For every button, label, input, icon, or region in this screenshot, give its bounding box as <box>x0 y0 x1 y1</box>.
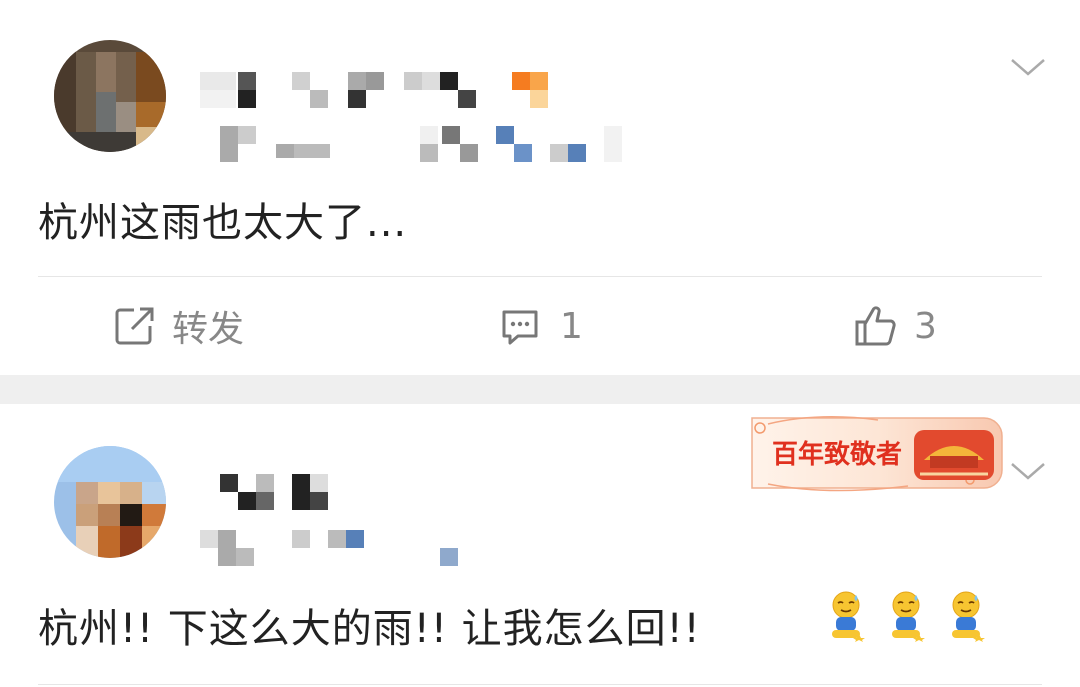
repost-label: 转发 <box>172 309 245 350</box>
username[interactable] <box>220 474 340 510</box>
post-meta <box>200 530 470 566</box>
avatar[interactable] <box>54 446 166 558</box>
chevron-down-icon[interactable] <box>1008 456 1048 486</box>
kneeling-sweat-emoji-icon <box>826 590 866 642</box>
post-text: 杭州!! 下这么大的雨!! 让我怎么回!! <box>38 606 701 652</box>
repost-icon <box>112 304 156 348</box>
comment-button[interactable]: 1 <box>498 296 583 356</box>
feed-separator <box>0 375 1080 404</box>
centennial-badge[interactable]: 百年致敬者 <box>738 410 1004 496</box>
divider <box>38 684 1042 685</box>
username[interactable] <box>200 72 560 112</box>
thumbs-up-icon <box>854 304 898 348</box>
kneeling-sweat-emoji-icon <box>886 590 926 642</box>
repost-button[interactable]: 转发 <box>112 296 244 356</box>
like-count: 3 <box>914 305 937 347</box>
badge-text: 百年致敬者 <box>772 439 902 470</box>
post-card: 杭州这雨也太大了... 转发 1 3 <box>0 0 1080 375</box>
divider <box>38 276 1042 277</box>
post-meta <box>220 126 630 162</box>
comment-count: 1 <box>560 305 583 347</box>
kneeling-sweat-emoji-icon <box>946 590 986 642</box>
comment-icon <box>498 304 542 348</box>
avatar[interactable] <box>54 40 166 152</box>
post-text: 杭州这雨也太大了... <box>38 200 408 246</box>
like-button[interactable]: 3 <box>854 296 937 356</box>
chevron-down-icon[interactable] <box>1008 52 1048 82</box>
